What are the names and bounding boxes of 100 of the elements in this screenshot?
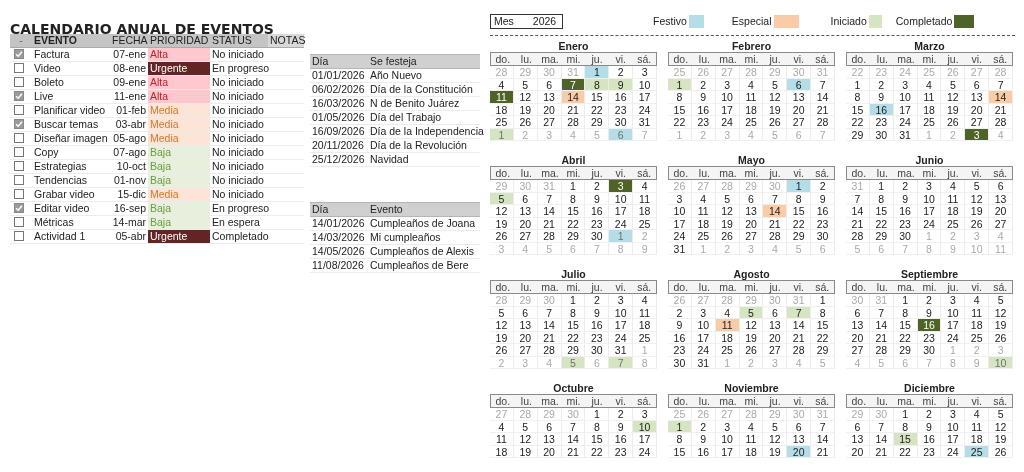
checkbox[interactable] (14, 77, 24, 87)
weekday-label: ju. (768, 395, 782, 407)
day-cell: 8 (941, 356, 966, 369)
day-cell: 6 (811, 242, 835, 255)
day-cell: 23 (917, 331, 942, 344)
table-cell: N de Benito Juárez (368, 97, 480, 111)
day-cell: 16 (585, 205, 610, 218)
day-cell: 16 (691, 445, 716, 458)
priority-cell: Alta (148, 76, 210, 90)
day-cell: 5 (513, 78, 538, 91)
day-cell: 7 (846, 192, 870, 205)
checkbox[interactable] (14, 203, 24, 213)
day-cell: 4 (787, 356, 812, 369)
day-cell: 1 (846, 78, 870, 91)
day-cell: 5 (811, 356, 835, 369)
day-cell: 30 (668, 356, 692, 369)
day-cell: 15 (869, 205, 894, 218)
day-cell: 31 (869, 294, 894, 307)
day-cell: 9 (585, 306, 610, 319)
day-cell: 29 (787, 230, 812, 243)
day-cell: 23 (893, 217, 918, 230)
day-cell: 27 (691, 294, 716, 307)
table-cell: Día de la Constitución (368, 83, 480, 97)
day-cell: 30 (537, 66, 562, 79)
day-cell: 15 (668, 103, 692, 116)
day-cell: 30 (609, 116, 634, 129)
month-title: Febrero (730, 40, 773, 52)
checkbox[interactable] (14, 49, 24, 59)
table-cell: 11/08/2026 (310, 259, 368, 273)
day-cell: 6 (787, 420, 812, 433)
checkbox[interactable] (14, 119, 24, 129)
checkbox[interactable] (14, 175, 24, 185)
checkbox[interactable] (14, 147, 24, 157)
day-cell: 2 (691, 128, 716, 141)
column-header: STATUS (210, 34, 268, 48)
day-cell: 20 (989, 205, 1013, 218)
table-cell: Mi cumpleaños (368, 231, 480, 245)
day-cell: 27 (763, 344, 788, 357)
day-cell: 21 (869, 445, 894, 458)
day-cell: 27 (715, 408, 740, 421)
day-cell: 8 (561, 192, 586, 205)
day-cell: 1 (869, 180, 894, 193)
day-cell: 3 (633, 66, 657, 79)
day-cell: 2 (633, 230, 657, 243)
day-cell: 31 (537, 180, 562, 193)
legend-label: Completado (895, 15, 953, 27)
day-cell: 18 (739, 445, 764, 458)
day-cell: 27 (513, 230, 538, 243)
weekday-label: vi. (614, 53, 627, 65)
day-cell: 23 (869, 116, 894, 129)
day-cell: 23 (668, 344, 692, 357)
day-cell: 8 (893, 306, 918, 319)
month-title: Noviembre (723, 382, 780, 394)
day-cell: 1 (561, 294, 586, 307)
weekday-label: lu. (697, 395, 711, 407)
day-cell: 17 (941, 319, 966, 332)
day-cell: 16 (917, 319, 942, 332)
day-cell: 7 (869, 306, 894, 319)
day-cell: 1 (668, 128, 692, 141)
day-cell: 14 (561, 91, 586, 104)
checkbox[interactable] (14, 161, 24, 171)
month-year-field[interactable]: Mes 2026 (490, 13, 563, 29)
checkbox[interactable] (14, 189, 24, 199)
day-cell: 30 (763, 294, 788, 307)
day-cell: 15 (787, 205, 812, 218)
weekday-label: vi. (970, 281, 983, 293)
day-cell: 4 (763, 242, 788, 255)
day-cell: 4 (691, 192, 716, 205)
day-cell: 31 (787, 294, 812, 307)
table-cell: Cumpleaños de Bere (368, 259, 480, 273)
day-cell: 26 (965, 217, 990, 230)
day-cell: 9 (917, 420, 942, 433)
day-cell: 21 (561, 103, 586, 116)
weekday-label: lu. (519, 395, 533, 407)
day-cell: 20 (739, 217, 764, 230)
day-cell: 12 (490, 319, 514, 332)
weekday-label: lu. (697, 53, 711, 65)
day-cell: 25 (633, 217, 657, 230)
day-cell: 18 (691, 217, 716, 230)
checkbox[interactable] (14, 133, 24, 143)
day-cell: 26 (490, 230, 514, 243)
checkbox[interactable] (14, 105, 24, 115)
day-cell: 22 (561, 331, 586, 344)
day-cell: 18 (739, 103, 764, 116)
day-cell: 11 (715, 319, 740, 332)
day-cell: 8 (917, 242, 942, 255)
weekday-label: lu. (875, 53, 889, 65)
day-cell: 29 (739, 180, 764, 193)
day-cell: 18 (917, 103, 942, 116)
day-cell: 10 (893, 91, 918, 104)
weekday-label: sá. (992, 395, 1009, 407)
table-cell: No iniciado (210, 118, 268, 132)
day-cell: 6 (537, 420, 562, 433)
day-cell: 9 (585, 192, 610, 205)
table-cell: Cumpleaños de Alexis (368, 245, 480, 259)
checkbox[interactable] (14, 231, 24, 241)
checkbox[interactable] (14, 217, 24, 227)
day-cell: 4 (965, 408, 990, 421)
checkbox[interactable] (14, 63, 24, 73)
checkbox[interactable] (14, 91, 24, 101)
